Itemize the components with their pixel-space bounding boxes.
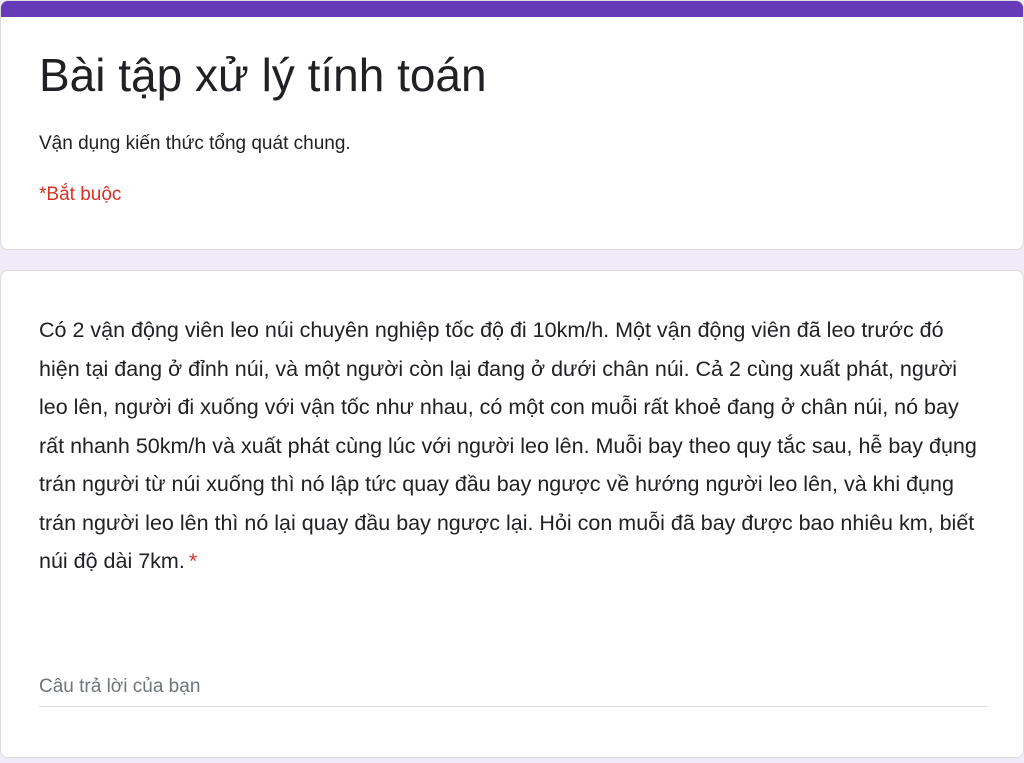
form-description: Vận dụng kiến thức tổng quát chung. [39, 133, 351, 154]
form-header-card: Bài tập xử lý tính toán Vận dụng kiến th… [0, 0, 1024, 250]
form-title: Bài tập xử lý tính toán [39, 49, 487, 101]
answer-input[interactable] [39, 667, 987, 707]
question-title: Có 2 vận động viên leo núi chuyên nghiệp… [39, 311, 984, 581]
question-text: Có 2 vận động viên leo núi chuyên nghiệp… [39, 318, 977, 573]
theme-accent-bar [1, 1, 1023, 17]
required-asterisk: * [188, 549, 198, 573]
required-note: *Bắt buộc [39, 184, 122, 205]
question-card: Có 2 vận động viên leo núi chuyên nghiệp… [0, 270, 1024, 758]
